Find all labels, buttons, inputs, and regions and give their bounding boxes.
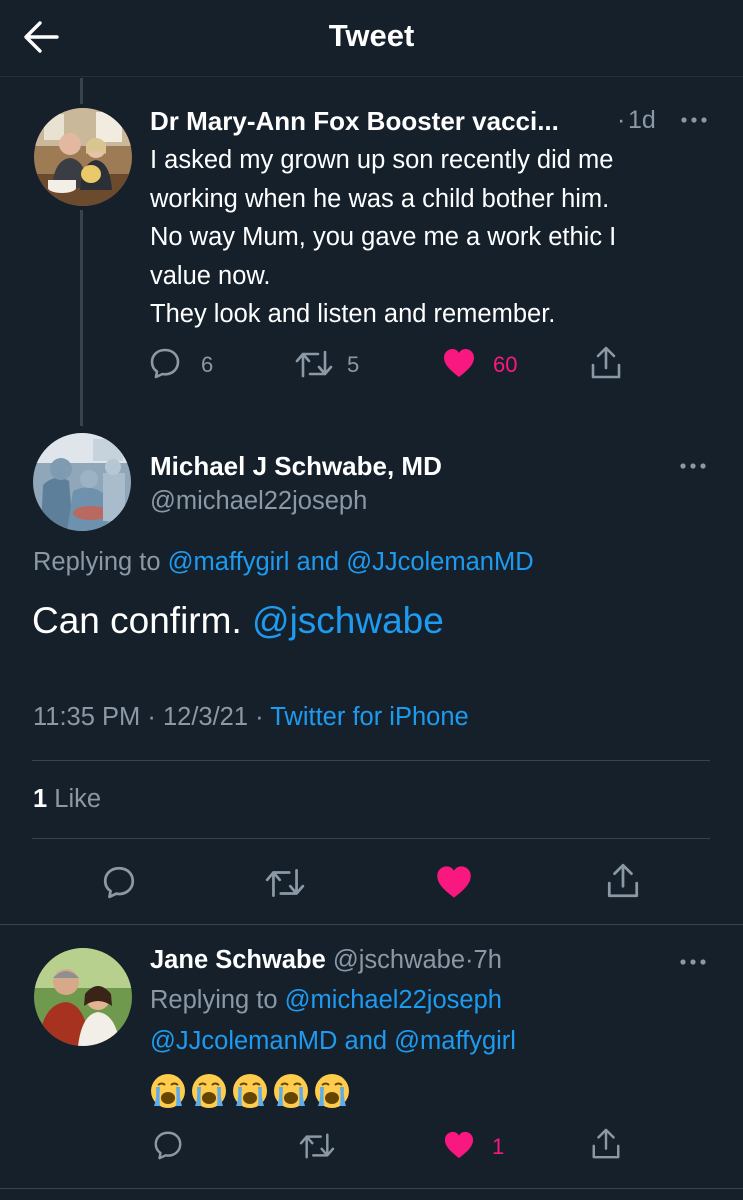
tweet-date: 12/3/21	[162, 703, 249, 731]
like-count: 60	[493, 352, 518, 377]
mention-link[interactable]: @JJcolemanMD	[346, 548, 533, 576]
main-tweet-text: Can confirm. @jschwabe	[32, 600, 444, 642]
avatar[interactable]	[34, 948, 132, 1046]
replying-and: and	[344, 1027, 388, 1055]
tweet-text: Can confirm.	[32, 600, 242, 641]
reply-header: Jane Schwabe @jschwabe·7h	[150, 946, 502, 975]
crying-face-icon	[232, 1073, 268, 1109]
separator-dot: ·	[147, 703, 156, 731]
thread-line	[80, 78, 83, 104]
tweet-text-line: I asked my grown up son recently did me	[150, 146, 614, 174]
mention-link[interactable]: @maffygirl	[168, 548, 290, 576]
likes-label: Like	[54, 785, 102, 813]
emoji-row	[150, 1073, 355, 1109]
divider	[0, 1188, 743, 1189]
avatar[interactable]	[33, 433, 131, 531]
crying-face-icon	[273, 1073, 309, 1109]
tweet-age[interactable]: 7h	[474, 946, 502, 974]
replying-to: Replying to @maffygirl and @JJcolemanMD	[33, 548, 534, 577]
mention-link[interactable]: @jschwabe	[252, 600, 444, 641]
tweet-timestamp: 11:35 PM · 12/3/21 · Twitter for iPhone	[33, 703, 469, 732]
tweet-text-line: working when he was a child bother him.	[150, 184, 610, 213]
top-bar: Tweet	[0, 0, 743, 77]
heart-icon[interactable]	[442, 347, 476, 384]
author-handle[interactable]: @michael22joseph	[150, 487, 367, 516]
author-name[interactable]: Jane Schwabe	[150, 946, 326, 974]
crying-face-icon	[314, 1073, 350, 1109]
source-link[interactable]: Twitter for iPhone	[270, 703, 468, 731]
retweet-icon[interactable]	[294, 348, 334, 385]
separator-dot: ·	[465, 946, 474, 974]
replying-and: and	[296, 548, 340, 576]
more-options-icon[interactable]	[679, 113, 709, 127]
more-options-icon[interactable]	[678, 459, 708, 473]
share-icon[interactable]	[590, 1127, 622, 1166]
replying-to-line2: @JJcolemanMD and @maffygirl	[150, 1027, 516, 1056]
tweet-text-line: They look and listen and remember.	[150, 300, 556, 328]
like-count: 1	[492, 1134, 505, 1159]
crying-face-icon	[150, 1073, 186, 1109]
retweet-icon[interactable]	[298, 1131, 336, 1166]
mention-link[interactable]: @maffygirl	[394, 1027, 516, 1055]
share-icon[interactable]	[605, 862, 641, 905]
divider	[32, 760, 710, 761]
crying-face-icon	[191, 1073, 227, 1109]
heart-icon[interactable]	[435, 864, 473, 905]
divider	[0, 924, 743, 925]
reply-icon[interactable]	[101, 864, 137, 905]
separator-dot: ·	[617, 106, 626, 134]
thread-line	[80, 210, 83, 426]
author-name[interactable]: Michael J Schwabe, MD	[150, 451, 442, 482]
heart-icon[interactable]	[443, 1130, 475, 1165]
avatar[interactable]	[34, 108, 132, 206]
tweet-time: 11:35 PM	[33, 703, 141, 731]
retweet-icon[interactable]	[264, 866, 306, 905]
author-name[interactable]: Dr Mary-Ann Fox Booster vacci...	[150, 106, 559, 137]
tweet-text-line: value now.	[150, 261, 271, 290]
tweet-age[interactable]: 1d	[628, 106, 656, 135]
reply-icon[interactable]	[152, 1129, 184, 1166]
tweet-text: I asked my grown up son recently did me …	[150, 141, 730, 334]
likes-summary[interactable]: 1 Like	[33, 785, 101, 814]
replying-to: Replying to @michael22joseph	[150, 986, 502, 1015]
tweet-text-line: No way Mum, you gave me a work ethic I	[150, 223, 617, 251]
mention-link[interactable]: @JJcolemanMD	[150, 1027, 337, 1055]
separator-dot: ·	[255, 703, 264, 731]
more-options-icon[interactable]	[678, 955, 708, 969]
retweet-count: 5	[347, 352, 360, 377]
divider	[32, 838, 710, 839]
replying-to-label: Replying to	[150, 986, 278, 1014]
likes-number: 1	[33, 785, 48, 813]
share-icon[interactable]	[589, 345, 623, 386]
mention-link[interactable]: @michael22joseph	[285, 986, 502, 1014]
author-handle[interactable]: @jschwabe	[333, 946, 465, 974]
page-title: Tweet	[328, 18, 415, 53]
reply-icon[interactable]	[148, 346, 182, 385]
reply-count: 6	[201, 352, 214, 377]
replying-to-label: Replying to	[33, 548, 161, 576]
